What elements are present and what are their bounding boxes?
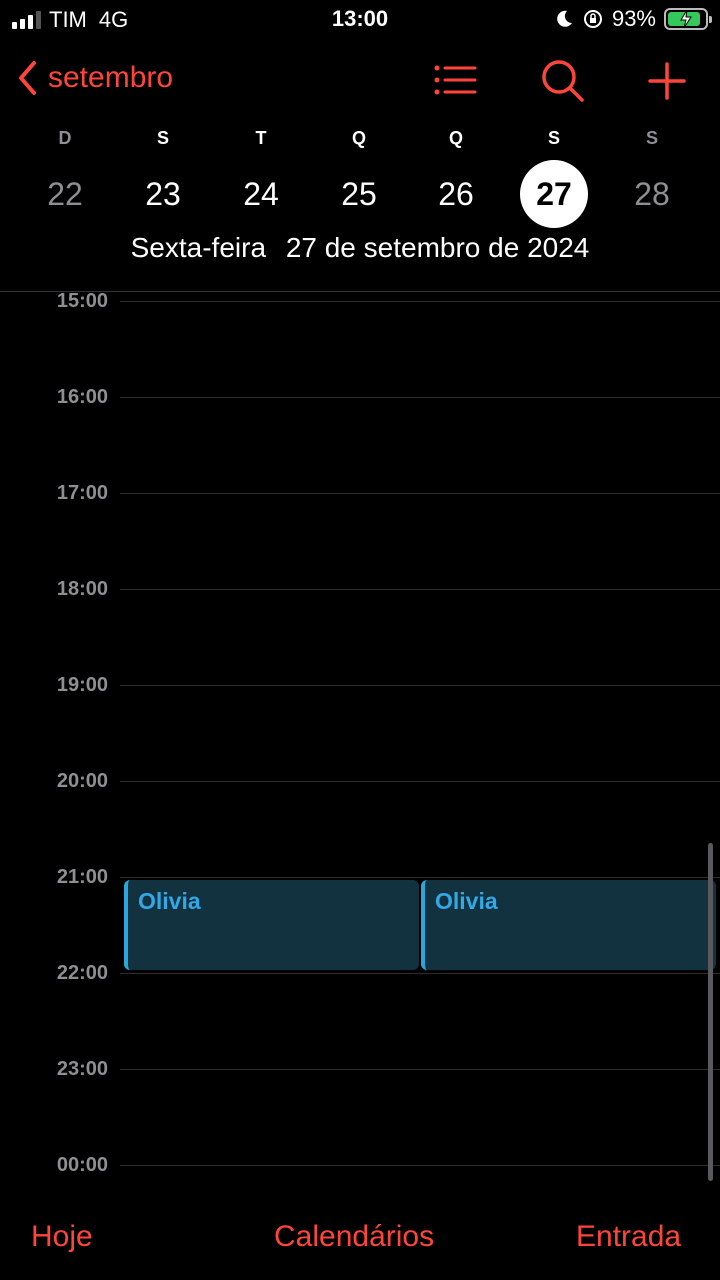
hour-row: 23:00 [0, 1058, 720, 1080]
day-27-selected[interactable]: 27 [520, 160, 588, 228]
hour-label: 17:00 [56, 482, 108, 504]
inbox-button[interactable]: Entrada [576, 1220, 681, 1254]
hour-row: 20:00 [0, 770, 720, 792]
day-25[interactable]: 25 [325, 160, 393, 228]
hour-line [120, 493, 720, 494]
calendar-event[interactable]: Olivia [124, 880, 419, 970]
hour-label: 18:00 [56, 578, 108, 600]
weekday-letter: D [58, 128, 72, 148]
weekday-letter: Q [351, 128, 366, 148]
hour-label: 20:00 [56, 770, 108, 792]
status-right: 93% [554, 6, 712, 32]
day-23[interactable]: 23 [129, 160, 197, 228]
back-button[interactable]: setembro [16, 60, 173, 96]
hour-row: 19:00 [0, 674, 720, 696]
day-28[interactable]: 28 [618, 160, 686, 228]
moon-icon [557, 10, 572, 27]
week-strip: 22 23 24 25 26 27 28 [0, 160, 720, 230]
weekday-name: Sexta-feira [130, 232, 267, 263]
day-24[interactable]: 24 [227, 160, 295, 228]
chevron-left-icon [19, 61, 36, 95]
plus-icon [648, 62, 686, 100]
battery-percent: 93% [611, 6, 656, 31]
back-label: setembro [48, 61, 174, 94]
search-icon [542, 60, 584, 102]
event-title: Olivia [435, 888, 498, 914]
hour-label: 21:00 [56, 866, 108, 888]
hour-line [120, 685, 720, 686]
day-26[interactable]: 26 [422, 160, 490, 228]
hour-row: 18:00 [0, 578, 720, 600]
hour-label: 19:00 [56, 674, 108, 696]
battery-charging-icon [664, 8, 712, 30]
hour-label: 16:00 [56, 386, 108, 408]
weekday-letter: S [547, 128, 560, 148]
bottom-toolbar: Hoje Calendários Entrada [0, 1200, 720, 1280]
scrollbar[interactable] [708, 843, 713, 1181]
list-icon [434, 65, 477, 95]
today-button[interactable]: Hoje [31, 1220, 93, 1254]
hour-line [120, 589, 720, 590]
list-view-button[interactable] [432, 58, 478, 109]
status-bar: TIM 4G 13:00 93% [0, 0, 720, 40]
hour-label: 23:00 [56, 1058, 108, 1080]
hour-label: 15:00 [56, 292, 108, 312]
full-date: 27 de setembro de 2024 [285, 232, 590, 263]
day-timeline[interactable]: 15:00 16:00 17:00 18:00 19:00 20:00 21:0… [0, 292, 720, 1192]
hour-line [120, 1165, 720, 1166]
hour-row: 15:00 [0, 292, 720, 312]
weekday-letter: S [156, 128, 169, 148]
hour-line [120, 301, 720, 302]
calendars-button[interactable]: Calendários [274, 1220, 434, 1254]
navigation-bar: setembro [0, 50, 720, 114]
hour-line [120, 781, 720, 782]
hour-row: 17:00 [0, 482, 720, 504]
selected-date-title: Sexta-feira 27 de setembro de 2024 [0, 232, 720, 264]
hour-line [120, 877, 720, 878]
search-button[interactable] [540, 58, 586, 109]
weekday-letter: S [645, 128, 658, 148]
day-22[interactable]: 22 [31, 160, 99, 228]
weekday-letters: D S T Q Q S S [0, 128, 720, 152]
calendar-event[interactable]: Olivia [421, 880, 716, 970]
hour-row: 16:00 [0, 386, 720, 408]
hour-line [120, 973, 720, 974]
hour-line [120, 397, 720, 398]
hour-line [120, 1069, 720, 1070]
add-event-button[interactable] [646, 58, 688, 109]
event-title: Olivia [138, 888, 201, 914]
weekday-letter: T [255, 128, 267, 148]
hour-label: 22:00 [56, 962, 108, 984]
weekday-letter: Q [448, 128, 463, 148]
rotation-lock-icon [583, 10, 602, 28]
hour-label: 00:00 [56, 1154, 108, 1176]
hour-row: 00:00 [0, 1154, 720, 1176]
